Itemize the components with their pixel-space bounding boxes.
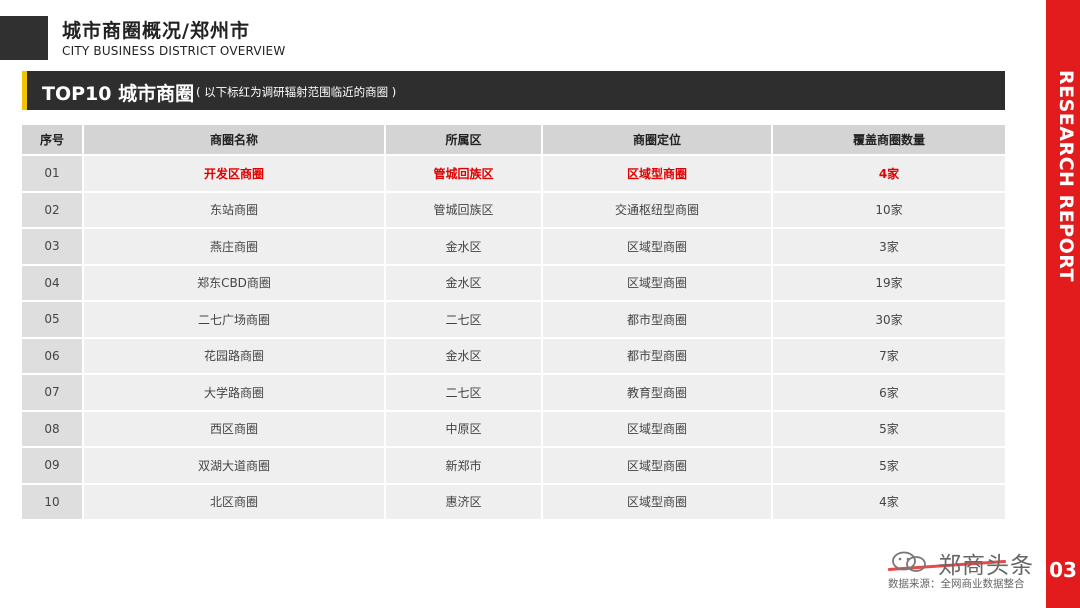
cell-count: 4家 (773, 482, 1005, 519)
cell-district: 管城回族区 (386, 154, 543, 191)
cell-positioning: 区域型商圈 (543, 409, 773, 446)
cell-name: 西区商圈 (84, 409, 386, 446)
corner-decoration-block (0, 16, 48, 60)
cell-count: 3家 (773, 227, 1005, 264)
cell-name: 东站商圈 (84, 190, 386, 227)
cell-count: 30家 (773, 300, 1005, 337)
district-table: 序号 商圈名称 所属区 商圈定位 覆盖商圈数量 01 开发区商圈 管城回族区 区… (22, 125, 1005, 519)
cell-count: 6家 (773, 373, 1005, 410)
data-source-note: 数据来源：全网商业数据整合 (888, 578, 1025, 590)
cell-name: 双湖大道商圈 (84, 446, 386, 483)
cell-district: 金水区 (386, 227, 543, 264)
table-row: 02 东站商圈 管城回族区 交通枢纽型商圈 10家 (22, 190, 1005, 227)
table-row: 07 大学路商圈 二七区 教育型商圈 6家 (22, 373, 1005, 410)
table-row: 08 西区商圈 中原区 区域型商圈 5家 (22, 409, 1005, 446)
cell-index: 04 (22, 263, 84, 300)
cell-name: 燕庄商圈 (84, 227, 386, 264)
cell-district: 新郑市 (386, 446, 543, 483)
cell-district: 二七区 (386, 300, 543, 337)
banner-note: ( 以下标红为调研辐射范围临近的商圈 ) (196, 85, 397, 99)
cell-index: 03 (22, 227, 84, 264)
cell-positioning: 区域型商圈 (543, 446, 773, 483)
brand-logo: 郑商头条 (890, 546, 1040, 579)
cell-name: 郑东CBD商圈 (84, 263, 386, 300)
table-header-row: 序号 商圈名称 所属区 商圈定位 覆盖商圈数量 (22, 125, 1005, 154)
cell-index: 06 (22, 336, 84, 373)
cell-district: 中原区 (386, 409, 543, 446)
cell-positioning: 教育型商圈 (543, 373, 773, 410)
table-row: 03 燕庄商圈 金水区 区域型商圈 3家 (22, 227, 1005, 264)
cell-index: 02 (22, 190, 84, 227)
col-header-positioning: 商圈定位 (543, 125, 773, 154)
cell-name: 大学路商圈 (84, 373, 386, 410)
cell-positioning: 都市型商圈 (543, 300, 773, 337)
page-title: 城市商圈概况/郑州市 (62, 20, 250, 42)
cell-index: 10 (22, 482, 84, 519)
cell-count: 19家 (773, 263, 1005, 300)
cell-positioning: 都市型商圈 (543, 336, 773, 373)
table-row: 09 双湖大道商圈 新郑市 区域型商圈 5家 (22, 446, 1005, 483)
cell-district: 惠济区 (386, 482, 543, 519)
banner-accent-bar (22, 71, 27, 110)
brand-name: 郑商头条 (938, 553, 1034, 579)
table-row: 05 二七广场商圈 二七区 都市型商圈 30家 (22, 300, 1005, 337)
table-row: 04 郑东CBD商圈 金水区 区域型商圈 19家 (22, 263, 1005, 300)
banner-title: TOP10 城市商圈 (42, 83, 195, 105)
cell-district: 二七区 (386, 373, 543, 410)
cell-name: 花园路商圈 (84, 336, 386, 373)
cell-district: 管城回族区 (386, 190, 543, 227)
cell-count: 7家 (773, 336, 1005, 373)
cell-name: 开发区商圈 (84, 154, 386, 191)
cell-count: 10家 (773, 190, 1005, 227)
cell-positioning: 区域型商圈 (543, 227, 773, 264)
col-header-name: 商圈名称 (84, 125, 386, 154)
table-row: 06 花园路商圈 金水区 都市型商圈 7家 (22, 336, 1005, 373)
cell-name: 北区商圈 (84, 482, 386, 519)
cell-name: 二七广场商圈 (84, 300, 386, 337)
cell-index: 05 (22, 300, 84, 337)
cell-count: 4家 (773, 154, 1005, 191)
wechat-icon (890, 550, 930, 579)
cell-index: 01 (22, 154, 84, 191)
side-label: RESEARCH REPORT (1055, 70, 1077, 282)
cell-positioning: 区域型商圈 (543, 263, 773, 300)
cell-count: 5家 (773, 409, 1005, 446)
col-header-index: 序号 (22, 125, 84, 154)
col-header-district: 所属区 (386, 125, 543, 154)
table-row: 10 北区商圈 惠济区 区域型商圈 4家 (22, 482, 1005, 519)
cell-index: 08 (22, 409, 84, 446)
page-number: 03 (1049, 558, 1077, 582)
cell-district: 金水区 (386, 336, 543, 373)
col-header-count: 覆盖商圈数量 (773, 125, 1005, 154)
cell-positioning: 区域型商圈 (543, 482, 773, 519)
cell-index: 07 (22, 373, 84, 410)
page-subtitle: CITY BUSINESS DISTRICT OVERVIEW (62, 44, 286, 58)
table-row: 01 开发区商圈 管城回族区 区域型商圈 4家 (22, 154, 1005, 191)
cell-positioning: 区域型商圈 (543, 154, 773, 191)
cell-count: 5家 (773, 446, 1005, 483)
cell-index: 09 (22, 446, 84, 483)
cell-positioning: 交通枢纽型商圈 (543, 190, 773, 227)
cell-district: 金水区 (386, 263, 543, 300)
